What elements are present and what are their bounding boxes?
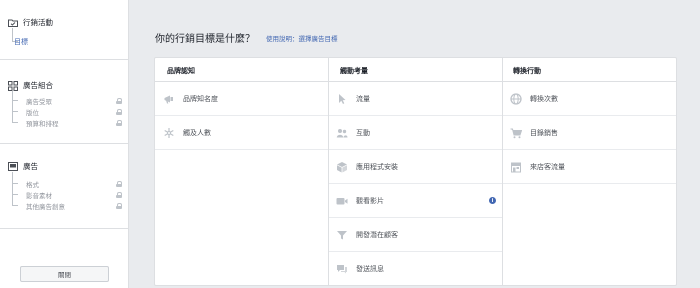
ad-icon (8, 161, 18, 172)
cart-icon (510, 127, 522, 139)
snowflake-icon (163, 127, 175, 139)
sidebar-item-audience[interactable]: 廣告受眾 (26, 96, 122, 106)
lock-icon (116, 98, 122, 104)
sidebar-campaign-title: 行銷活動 (23, 18, 53, 27)
sidebar-item-label: 格式 (26, 181, 39, 189)
column-divider (502, 58, 503, 285)
objective-label: 觸及人數 (183, 128, 211, 137)
sidebar-item-label: 廣告受眾 (26, 98, 52, 106)
objective-label: 來店客流量 (530, 162, 565, 171)
sidebar: 行銷活動 目標 廣告組合 廣告受眾 版位 預算和排程 廣告 格式 影音素材 其他… (0, 0, 129, 288)
sidebar-item-label: 版位 (26, 109, 39, 117)
sidebar-item-label: 預算和排程 (26, 120, 59, 128)
objective-catalog-sales[interactable]: 目錄銷售 (510, 116, 674, 149)
objective-label: 觀看影片 (356, 196, 384, 205)
grid-icon (8, 80, 18, 91)
cursor-icon (336, 93, 348, 105)
objective-grid: 品牌認知 觸動考量 轉換行動 品牌知名度 觸及人數 流量 互動 應用程式安裝 觀… (154, 57, 677, 286)
sidebar-ad-header[interactable]: 廣告 (8, 161, 38, 172)
tree-tick (12, 122, 18, 123)
objective-label: 互動 (356, 128, 370, 137)
objective-app-installs[interactable]: 應用程式安裝 (336, 150, 500, 183)
sidebar-adset-header[interactable]: 廣告組合 (8, 80, 53, 91)
objective-label: 流量 (356, 94, 370, 103)
tree-tick (12, 111, 18, 112)
objective-messages[interactable]: 發送訊息 (336, 252, 500, 285)
tree-tick (12, 100, 18, 101)
lock-icon (116, 192, 122, 198)
chat-icon (336, 263, 348, 275)
objective-label: 目錄銷售 (530, 128, 558, 137)
close-button[interactable]: 關閉 (20, 266, 109, 282)
objective-brand-awareness[interactable]: 品牌知名度 (163, 82, 327, 115)
column-title-conversion: 轉換行動 (513, 67, 541, 75)
lock-icon (116, 203, 122, 209)
sidebar-item-label: 其他廣告創意 (26, 203, 65, 211)
lock-icon (116, 120, 122, 126)
sidebar-ad-title: 廣告 (23, 162, 38, 171)
objective-label: 品牌知名度 (183, 94, 218, 103)
tree-line (12, 91, 13, 123)
sidebar-item-objective[interactable]: 目標 (14, 37, 28, 47)
divider (0, 59, 128, 60)
sidebar-item-budget[interactable]: 預算和排程 (26, 118, 122, 128)
tree-tick (12, 194, 18, 195)
tree-tick (12, 183, 18, 184)
globe-icon (510, 92, 522, 105)
lock-icon (116, 109, 122, 115)
objective-label: 轉換次數 (530, 94, 558, 103)
objective-lead-generation[interactable]: 開發潛在顧客 (336, 218, 500, 251)
box-icon (336, 161, 348, 173)
tree-tick (12, 205, 18, 206)
row-divider (155, 149, 328, 150)
objective-label: 應用程式安裝 (356, 162, 398, 171)
objective-conversions[interactable]: 轉換次數 (510, 82, 674, 115)
sidebar-item-creative[interactable]: 其他廣告創意 (26, 201, 122, 211)
objective-store-traffic[interactable]: 來店客流量 (510, 150, 674, 183)
sidebar-adset-title: 廣告組合 (23, 81, 53, 90)
page-title: 你的行銷目標是什麼？ (155, 34, 255, 45)
sidebar-item-label: 影音素材 (26, 192, 52, 200)
tree-line (12, 28, 13, 41)
column-title-consideration: 觸動考量 (340, 67, 368, 75)
info-icon[interactable]: i (489, 197, 496, 204)
objective-label: 開發潛在顧客 (356, 230, 398, 239)
funnel-icon (336, 229, 348, 241)
sidebar-item-format[interactable]: 格式 (26, 179, 122, 189)
megaphone-icon (163, 93, 175, 105)
video-icon (336, 195, 348, 207)
objective-reach[interactable]: 觸及人數 (163, 116, 327, 149)
objective-engagement[interactable]: 互動 (336, 116, 500, 149)
tree-line (12, 172, 13, 205)
divider (0, 228, 128, 229)
objective-traffic[interactable]: 流量 (336, 82, 500, 115)
row-divider (503, 183, 676, 184)
objective-video-views[interactable]: 觀看影片 (336, 184, 500, 217)
sidebar-campaign-header[interactable]: 行銷活動 (8, 17, 53, 28)
store-icon (510, 161, 522, 173)
lock-icon (116, 181, 122, 187)
people-icon (336, 127, 348, 139)
sidebar-item-placement[interactable]: 版位 (26, 107, 122, 117)
divider (0, 143, 128, 144)
help-link[interactable]: 使用說明：選擇廣告目標 (266, 33, 338, 43)
sidebar-item-media[interactable]: 影音素材 (26, 190, 122, 200)
column-title-awareness: 品牌認知 (167, 67, 195, 75)
objective-label: 發送訊息 (356, 264, 384, 273)
folder-icon (8, 18, 18, 28)
